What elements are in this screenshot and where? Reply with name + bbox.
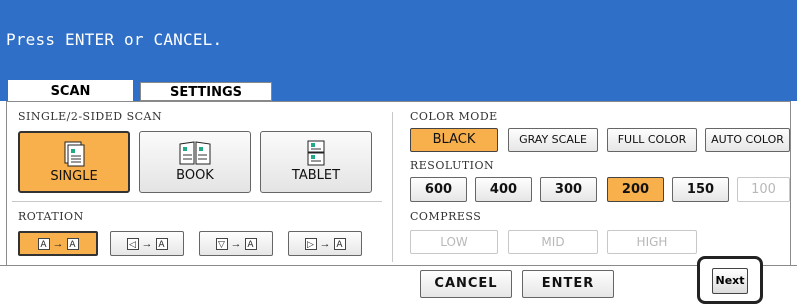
book-label: BOOK: [176, 168, 214, 183]
message-bar: Press ENTER or CANCEL.: [0, 0, 797, 75]
status-message: Press ENTER or CANCEL.: [6, 30, 223, 49]
book-button[interactable]: BOOK: [139, 131, 251, 193]
rotated-right-page-icon: ▷: [304, 237, 317, 250]
sided-scan-label: SINGLE/2-SIDED SCAN: [18, 110, 163, 123]
next-button[interactable]: Next: [712, 268, 748, 294]
page-a-icon: A: [155, 237, 168, 250]
arrow-right-icon: →: [230, 237, 242, 250]
compress-label: COMPRESS: [410, 210, 482, 223]
single-button[interactable]: SINGLE: [18, 131, 130, 193]
next-highlight: Next: [697, 256, 763, 304]
rotation-0-button[interactable]: A → A: [18, 231, 98, 256]
single-page-icon: [64, 141, 85, 167]
rotation-90-button[interactable]: ◁ → A: [110, 231, 184, 256]
tab-scan[interactable]: SCAN: [8, 80, 133, 103]
page-a-icon: A: [37, 237, 50, 250]
section-divider: [392, 112, 393, 262]
arrow-right-icon: →: [319, 237, 331, 250]
color-black-button[interactable]: BLACK: [410, 128, 498, 152]
tablet-button[interactable]: TABLET: [260, 131, 372, 193]
compress-mid-button: MID: [508, 230, 598, 254]
color-autocolor-button[interactable]: AUTO COLOR: [705, 128, 790, 152]
page-a-icon: A: [333, 237, 346, 250]
rotated-down-page-icon: ▽: [215, 237, 228, 250]
tab-settings[interactable]: SETTINGS: [140, 82, 272, 101]
color-fullcolor-button[interactable]: FULL COLOR: [607, 128, 697, 152]
single-label: SINGLE: [50, 169, 98, 184]
resolution-100-button: 100: [737, 177, 790, 202]
page-a-icon: A: [66, 237, 79, 250]
arrow-right-icon: →: [52, 237, 64, 250]
panel-left-border: [6, 101, 7, 265]
footer-divider: [0, 265, 797, 266]
tablet-label: TABLET: [291, 168, 341, 183]
compress-high-button: HIGH: [607, 230, 697, 254]
resolution-400-button[interactable]: 400: [475, 177, 532, 202]
cancel-button[interactable]: CANCEL: [420, 270, 512, 298]
enter-button[interactable]: ENTER: [522, 270, 614, 298]
resolution-150-button[interactable]: 150: [672, 177, 729, 202]
color-grayscale-button[interactable]: GRAY SCALE: [508, 128, 598, 152]
rotation-divider: [12, 201, 382, 202]
rotated-left-page-icon: ◁: [126, 237, 139, 250]
book-icon: [179, 141, 211, 165]
panel-right-border: [790, 101, 791, 265]
rotation-270-button[interactable]: ▷ → A: [288, 231, 362, 256]
compress-low-button: LOW: [410, 230, 498, 254]
arrow-right-icon: →: [141, 237, 153, 250]
rotation-label: ROTATION: [18, 210, 84, 223]
resolution-600-button[interactable]: 600: [410, 177, 467, 202]
page-a-icon: A: [244, 237, 257, 250]
resolution-300-button[interactable]: 300: [540, 177, 597, 202]
resolution-label: RESOLUTION: [410, 159, 495, 172]
rotation-180-button[interactable]: ▽ → A: [199, 231, 273, 256]
tablet-icon: [307, 140, 325, 166]
color-mode-label: COLOR MODE: [410, 110, 498, 123]
panel-top-border: [6, 101, 791, 102]
resolution-200-button[interactable]: 200: [607, 177, 664, 202]
